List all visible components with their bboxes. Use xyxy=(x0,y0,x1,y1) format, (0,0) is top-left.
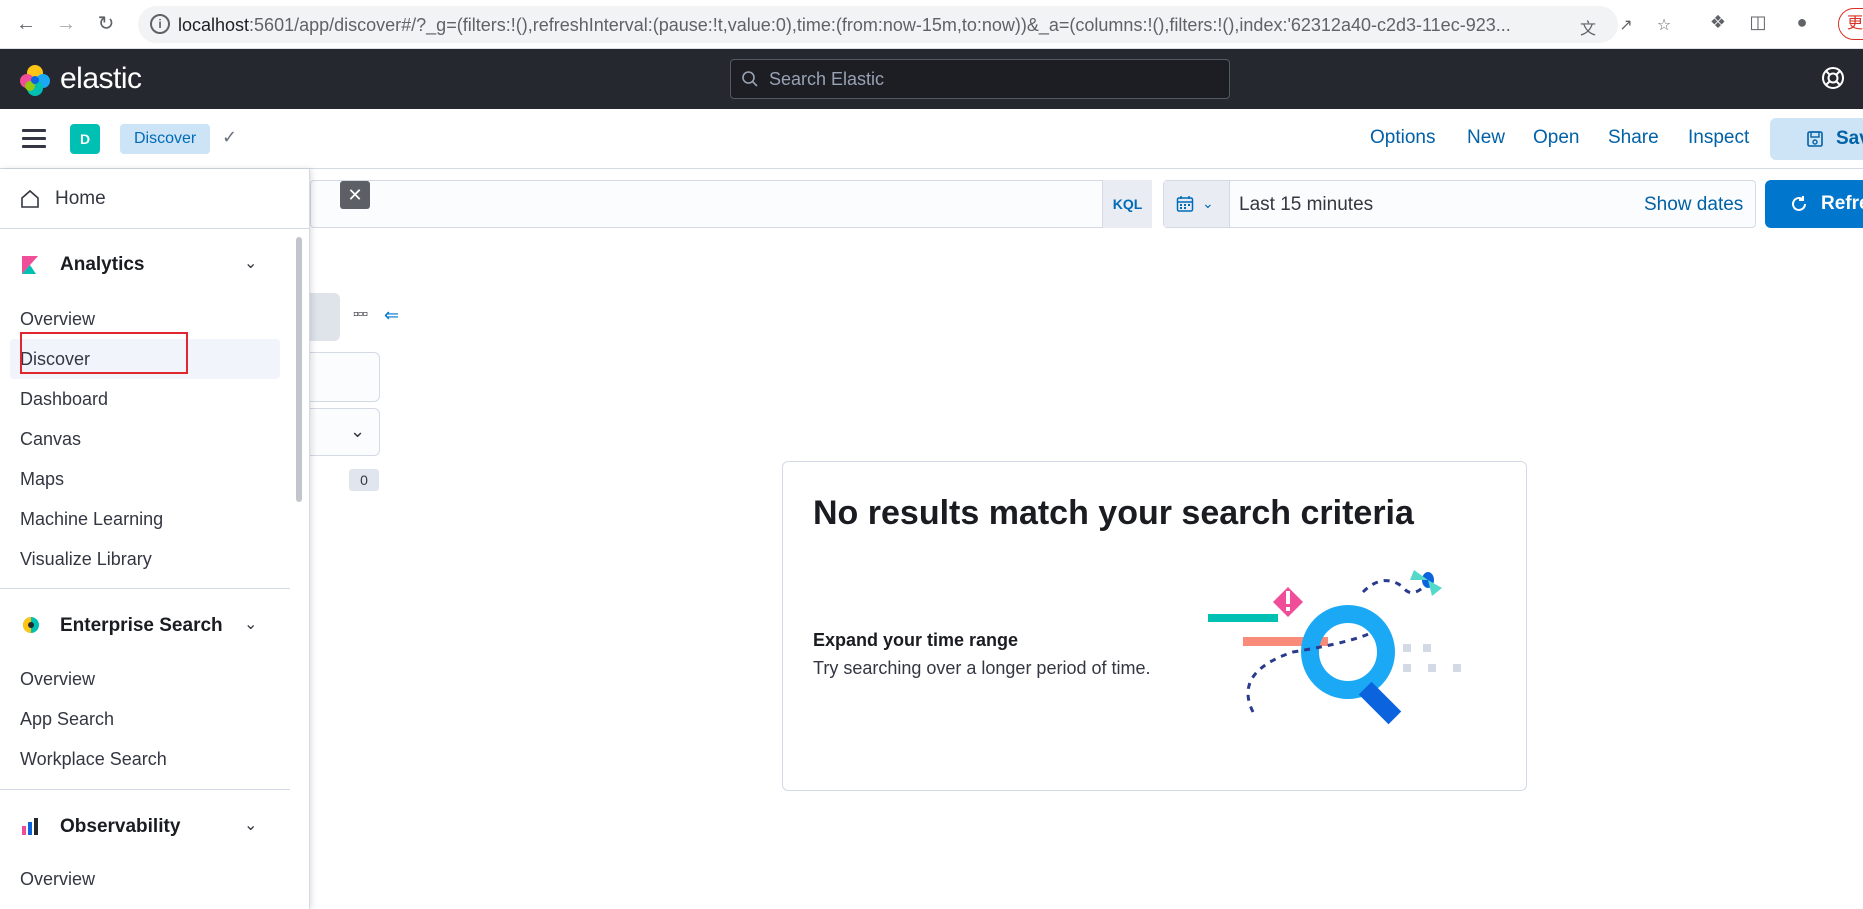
close-nav-icon[interactable]: ✕ xyxy=(340,181,370,209)
bookmark-star-icon[interactable]: ☆ xyxy=(1654,15,1674,35)
chevron-down-icon: ⌄ xyxy=(1202,195,1214,211)
observability-icon xyxy=(22,818,38,835)
show-dates-link[interactable]: Show dates xyxy=(1644,194,1743,216)
space-avatar[interactable]: D xyxy=(70,124,100,154)
translate-icon[interactable]: 文 xyxy=(1578,15,1598,38)
nav-item-observability-overview[interactable]: Overview xyxy=(20,869,95,890)
search-input[interactable] xyxy=(769,60,1219,98)
search-icon xyxy=(742,71,758,87)
chevron-down-icon[interactable]: ⌄ xyxy=(244,253,264,273)
nav-group-analytics[interactable]: Analytics xyxy=(60,254,144,276)
brand-name[interactable]: elastic xyxy=(60,62,142,96)
update-button[interactable]: 更新 xyxy=(1838,8,1863,40)
quick-select-button[interactable]: ⌄ xyxy=(1164,181,1230,227)
address-bar[interactable]: i localhost:5601/app/discover#/?_g=(filt… xyxy=(138,6,1671,43)
nav-item-machine-learning[interactable]: Machine Learning xyxy=(20,509,163,530)
home-icon xyxy=(21,189,39,208)
extensions-puzzle-icon[interactable]: ❖ xyxy=(1706,12,1730,36)
url-text: localhost:5601/app/discover#/?_g=(filter… xyxy=(178,15,1511,35)
no-results-body: Try searching over a longer period of ti… xyxy=(813,658,1151,678)
refresh-button[interactable]: Refresh xyxy=(1765,180,1863,228)
nav-divider xyxy=(0,789,290,790)
no-results-subtitle: Expand your time range xyxy=(813,630,1019,650)
refresh-label: Refresh xyxy=(1821,193,1863,214)
kibana-header: elastic xyxy=(0,49,1863,109)
kibana-icon xyxy=(22,256,38,274)
nav-item-visualize-library[interactable]: Visualize Library xyxy=(20,549,152,570)
chevron-down-icon[interactable]: ⌄ xyxy=(244,614,264,634)
browser-toolbar: ← → ↻ i localhost:5601/app/discover#/?_g… xyxy=(0,0,1863,49)
nav-group-enterprise-search[interactable]: Enterprise Search xyxy=(60,615,223,637)
menu-hamburger-icon[interactable] xyxy=(22,129,46,149)
inspect-link[interactable]: Inspect xyxy=(1688,127,1749,149)
profile-avatar-icon[interactable]: ● xyxy=(1790,12,1814,36)
chevron-down-icon[interactable]: ⌄ xyxy=(244,815,264,835)
new-link[interactable]: New xyxy=(1467,127,1505,149)
calendar-icon xyxy=(1176,196,1194,212)
kql-language-toggle[interactable]: KQL xyxy=(1102,180,1152,228)
nav-item-canvas[interactable]: Canvas xyxy=(20,429,81,450)
magnifier-illustration-icon xyxy=(1208,570,1461,725)
index-pattern-button[interactable] xyxy=(310,293,340,341)
time-range-label[interactable]: Last 15 minutes xyxy=(1239,194,1373,216)
nav-item-maps[interactable]: Maps xyxy=(20,469,64,490)
nav-item-app-search[interactable]: App Search xyxy=(20,709,114,730)
chevron-down-icon: ⌄ xyxy=(350,421,366,441)
nav-item-dashboard[interactable]: Dashboard xyxy=(20,389,108,410)
save-button[interactable]: Save xyxy=(1770,118,1863,160)
field-search-input[interactable] xyxy=(310,352,380,402)
options-link[interactable]: Options xyxy=(1370,127,1435,149)
collapse-sidebar-icon[interactable]: ⇐ xyxy=(384,305,399,326)
nav-item-overview[interactable]: Overview xyxy=(20,309,95,330)
save-label: Save xyxy=(1836,128,1863,149)
nav-scrollbar[interactable] xyxy=(296,237,302,502)
nav-group-observability[interactable]: Observability xyxy=(60,816,180,838)
refresh-icon xyxy=(1792,196,1806,211)
nav-item-enterprise-overview[interactable]: Overview xyxy=(20,669,95,690)
highlight-annotation xyxy=(20,332,188,374)
checkmark-icon: ✓ xyxy=(222,127,238,147)
open-link[interactable]: Open xyxy=(1533,127,1579,149)
query-input[interactable] xyxy=(310,180,1152,228)
side-navigation: Home Analytics ⌄ Overview Discover Dashb… xyxy=(0,169,310,909)
nav-home-label: Home xyxy=(55,188,106,209)
side-panel-icon[interactable]: ◫ xyxy=(1746,12,1770,36)
enterprise-search-icon xyxy=(23,617,39,633)
time-picker[interactable]: ⌄ Last 15 minutes Show dates xyxy=(1163,180,1756,228)
nav-home[interactable]: Home xyxy=(0,169,309,229)
reload-icon[interactable]: ↻ xyxy=(94,12,118,36)
nav-divider xyxy=(0,588,290,589)
field-count-badge: 0 xyxy=(349,469,379,491)
global-search[interactable] xyxy=(730,59,1230,99)
nav-item-workplace-search[interactable]: Workplace Search xyxy=(20,749,167,770)
no-results-card: No results match your search criteria Ex… xyxy=(782,461,1527,791)
breadcrumb[interactable]: Discover xyxy=(120,124,211,154)
share-link[interactable]: Share xyxy=(1608,127,1659,149)
more-options-icon[interactable]: ▫▫▫ xyxy=(353,306,368,324)
share-page-icon[interactable]: ↗ xyxy=(1616,15,1636,35)
back-arrow-icon[interactable]: ← xyxy=(14,12,38,36)
save-disk-icon xyxy=(1807,131,1823,147)
app-subheader: D Discover ✓ Options New Open Share Insp… xyxy=(0,109,1863,169)
field-type-filter[interactable]: ⌄ xyxy=(310,408,380,456)
elastic-logo-icon xyxy=(20,65,50,96)
no-results-title: No results match your search criteria xyxy=(813,494,1414,532)
help-lifebuoy-icon[interactable] xyxy=(1820,65,1846,91)
site-info-icon[interactable]: i xyxy=(150,14,170,34)
forward-arrow-icon[interactable]: → xyxy=(54,12,78,36)
